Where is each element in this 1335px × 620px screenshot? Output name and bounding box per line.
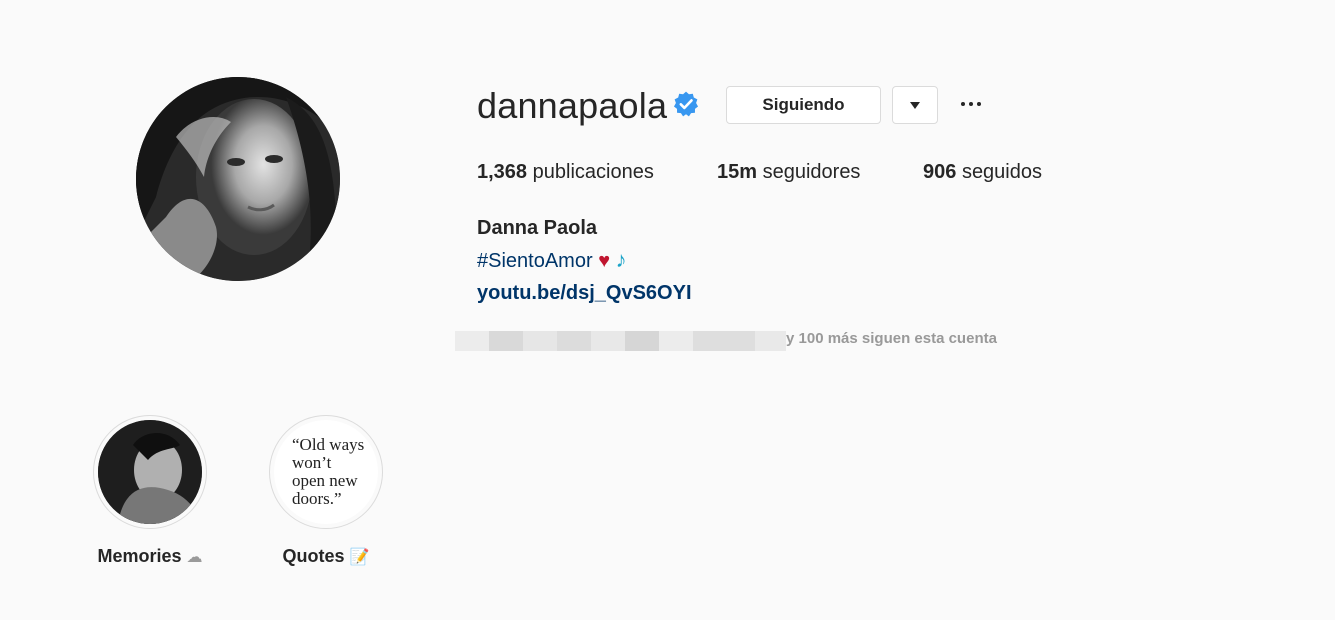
posts-label: publicaciones (532, 161, 654, 183)
more-options-button[interactable] (955, 90, 987, 118)
bio-line: #SientoAmor ♥ ♪ (477, 248, 627, 273)
followers-stat[interactable]: 15m seguidores (717, 160, 860, 184)
posts-count: 1,368 (477, 161, 528, 183)
music-note-icon: ♪ (615, 247, 627, 272)
highlight-ring: “Old ways won’t open new doors.” (269, 415, 383, 529)
profile-page: dannapaola Siguiendo 1,368 publicaciones… (0, 0, 1335, 620)
caret-down-icon (910, 101, 920, 109)
memo-icon: 📝 (349, 549, 370, 566)
more-dot-icon (969, 102, 973, 106)
avatar-photo (136, 77, 340, 281)
highlight-cover-quote: “Old ways won’t open new doors.” (274, 420, 378, 524)
highlight-memories[interactable]: Memories ☁ (93, 415, 207, 567)
heart-icon: ♥ (598, 250, 611, 272)
followers-label: seguidores (762, 161, 861, 183)
cloud-icon: ☁ (186, 549, 203, 566)
following-count: 906 (923, 161, 957, 183)
following-button[interactable]: Siguiendo (726, 86, 881, 124)
highlight-ring (93, 415, 207, 529)
highlight-label: Memories (97, 546, 182, 566)
following-label: seguidos (961, 161, 1042, 183)
profile-username: dannapaola (477, 85, 668, 126)
highlight-label-wrap: Memories ☁ (89, 546, 211, 567)
bio-hashtag-link[interactable]: #SientoAmor (477, 250, 593, 272)
posts-stat: 1,368 publicaciones (477, 160, 654, 184)
quote-line: “Old ways (292, 435, 365, 454)
followed-by-text[interactable]: y 100 más siguen esta cuenta (786, 330, 997, 348)
followed-by-avatars-blurred (455, 331, 786, 351)
verified-badge-icon (673, 91, 699, 117)
highlight-cover-photo (98, 420, 202, 524)
quote-line: doors.” (292, 489, 342, 508)
following-stat[interactable]: 906 seguidos (923, 160, 1042, 184)
more-dot-icon (977, 102, 981, 106)
highlight-label-wrap: Quotes 📝 (269, 546, 383, 567)
highlight-quotes[interactable]: “Old ways won’t open new doors.” Quotes … (269, 415, 383, 567)
profile-full-name: Danna Paola (477, 217, 598, 239)
followers-count: 15m (717, 161, 758, 183)
more-dot-icon (961, 102, 965, 106)
suggestions-dropdown-button[interactable] (892, 86, 938, 124)
highlight-label: Quotes (282, 546, 345, 566)
highlight-photo (98, 420, 202, 524)
quote-line: open new (292, 471, 358, 490)
bio-external-link[interactable]: youtu.be/dsj_QvS6OYI (477, 281, 692, 305)
quote-line: won’t (292, 453, 332, 472)
profile-avatar[interactable] (136, 77, 340, 281)
